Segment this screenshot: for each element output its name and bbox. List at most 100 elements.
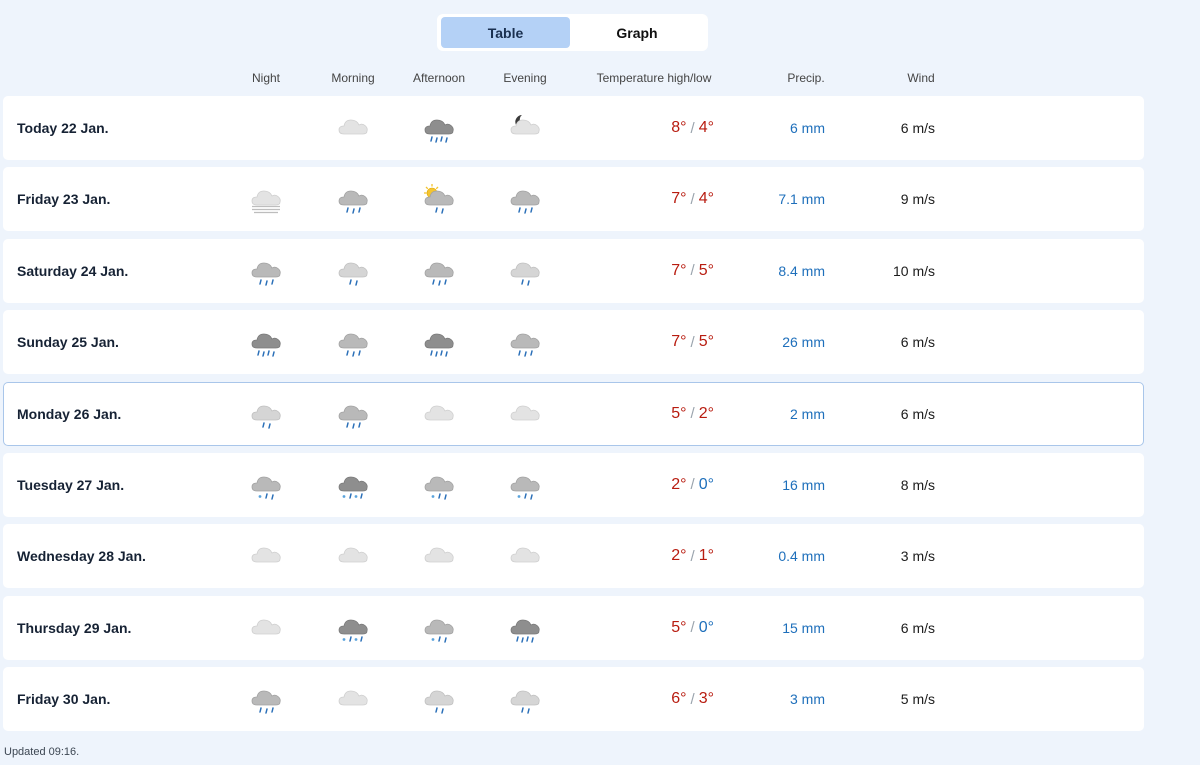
temperature-high: 7° <box>671 190 687 208</box>
table-row[interactable]: Saturday 24 Jan. 7°/5° 8.4 mm 10 m/s <box>3 238 1144 303</box>
day-label: Saturday 24 Jan. <box>17 262 129 279</box>
temperature-high: 5° <box>671 618 687 636</box>
temperature-separator: / <box>690 333 695 351</box>
header-evening: Evening <box>503 71 547 85</box>
day-label: Wednesday 28 Jan. <box>17 548 146 565</box>
table-row[interactable]: Sunday 25 Jan. 7°/5° 26 mm 6 m/s <box>3 310 1144 375</box>
cloud-icon <box>335 110 371 146</box>
tab-table[interactable]: Table <box>441 17 570 48</box>
precipitation-value: 3 mm <box>790 691 825 708</box>
temperature-high-low: 6°/3° <box>671 667 714 731</box>
temperature-high: 7° <box>671 333 687 351</box>
temperature-high-low: 2°/1° <box>671 524 714 588</box>
heavy-rain-icon <box>248 324 284 360</box>
precipitation-value: 26 mm <box>782 334 825 351</box>
table-row[interactable]: Wednesday 28 Jan. 2°/1° 0.4 mm 3 m/s <box>3 524 1144 589</box>
precipitation-value: 2 mm <box>790 405 825 422</box>
temperature-high: 6° <box>671 690 687 708</box>
light-rain-icon <box>335 253 371 289</box>
rain-cloud-icon <box>507 181 543 217</box>
wind-value: 6 m/s <box>900 120 935 136</box>
table-row[interactable]: Tuesday 27 Jan. 2°/0° 16 mm 8 m/s <box>3 452 1144 517</box>
cloud-icon <box>421 396 457 432</box>
precipitation-value: 0.4 mm <box>778 548 825 565</box>
wind-value: 5 m/s <box>900 691 935 708</box>
temperature-high-low: 2°/0° <box>671 453 714 517</box>
cloud-icon <box>335 681 371 717</box>
precipitation-value: 15 mm <box>782 619 825 636</box>
temperature-low: 5° <box>698 261 714 279</box>
updated-timestamp: Updated 09:16. <box>4 746 80 758</box>
wind-value: 10 m/s <box>892 262 935 279</box>
precipitation-value: 16 mm <box>782 476 825 493</box>
table-row[interactable]: Today 22 Jan. 8°/4° 6 mm 6 m/s <box>3 96 1144 160</box>
header-precip: Precip. <box>787 71 825 85</box>
temperature-separator: / <box>690 190 695 208</box>
wind-value: 9 m/s <box>900 191 935 208</box>
temperature-separator: / <box>690 262 695 280</box>
temperature-low: 3° <box>698 690 714 708</box>
heavy-rain-icon <box>507 610 543 646</box>
wind-value: 3 m/s <box>900 548 935 565</box>
sleet-icon <box>421 610 457 646</box>
cloud-icon <box>248 610 284 646</box>
day-label: Friday 23 Jan. <box>17 191 111 208</box>
light-rain-icon <box>248 396 284 432</box>
day-label: Monday 26 Jan. <box>17 405 122 422</box>
temperature-low: 4° <box>698 190 714 208</box>
cloud-icon <box>335 538 371 574</box>
temperature-low: 2° <box>698 404 714 422</box>
temperature-high-low: 8°/4° <box>671 96 714 160</box>
table-row[interactable]: Thursday 29 Jan. 5°/0° 15 mm 6 m/s <box>3 595 1144 660</box>
day-label: Tuesday 27 Jan. <box>17 476 125 493</box>
temperature-high: 2° <box>671 475 687 493</box>
forecast-table: Today 22 Jan. 8°/4° 6 mm 6 m/s Friday 23 Jan… <box>3 96 1144 739</box>
temperature-low: 1° <box>698 547 714 565</box>
temperature-high: 2° <box>671 547 687 565</box>
temperature-low: 4° <box>698 119 714 136</box>
heavy-rain-icon <box>421 110 457 146</box>
header-temperature: Temperature high/low <box>596 71 712 85</box>
sun-rain-icon <box>421 181 457 217</box>
day-label: Thursday 29 Jan. <box>17 619 132 636</box>
temperature-separator: / <box>690 476 695 494</box>
rain-cloud-icon <box>248 681 284 717</box>
header-afternoon: Afternoon <box>412 71 466 85</box>
cloud-icon <box>248 538 284 574</box>
table-row[interactable]: Friday 30 Jan. 6°/3° 3 mm 5 m/s <box>3 667 1144 732</box>
temperature-high: 8° <box>671 119 687 136</box>
temperature-high: 5° <box>671 404 687 422</box>
wind-value: 6 m/s <box>900 405 935 422</box>
header-wind: Wind <box>907 71 935 85</box>
rain-cloud-icon <box>421 253 457 289</box>
light-rain-icon <box>507 681 543 717</box>
tab-graph[interactable]: Graph <box>570 17 704 48</box>
moon-cloud-icon <box>507 110 543 146</box>
rain-cloud-icon <box>335 324 371 360</box>
light-rain-icon <box>421 681 457 717</box>
temperature-separator: / <box>690 619 695 637</box>
rain-cloud-icon <box>507 324 543 360</box>
temperature-low: 0° <box>698 618 714 636</box>
wind-value: 8 m/s <box>900 476 935 493</box>
heavy-sleet-icon <box>335 610 371 646</box>
table-row[interactable]: Friday 23 Jan. 7°/4° 7.1 mm 9 m/s <box>3 167 1144 232</box>
table-row[interactable]: Monday 26 Jan. 5°/2° 2 mm 6 m/s <box>3 381 1144 446</box>
heavy-rain-icon <box>421 324 457 360</box>
precipitation-value: 7.1 mm <box>778 191 825 208</box>
heavy-sleet-icon <box>335 467 371 503</box>
cloud-icon <box>507 396 543 432</box>
temperature-low: 5° <box>698 333 714 351</box>
temperature-high-low: 7°/4° <box>671 167 714 231</box>
fog-icon <box>248 181 284 217</box>
header-night: Night <box>251 71 281 85</box>
temperature-separator: / <box>690 547 695 565</box>
day-label: Sunday 25 Jan. <box>17 334 119 351</box>
day-label: Friday 30 Jan. <box>17 691 111 708</box>
header-morning: Morning <box>331 71 375 85</box>
temperature-separator: / <box>690 119 695 137</box>
rain-cloud-icon <box>335 181 371 217</box>
temperature-high-low: 5°/0° <box>671 596 714 660</box>
rain-cloud-icon <box>248 253 284 289</box>
day-label: Today 22 Jan. <box>17 120 109 136</box>
